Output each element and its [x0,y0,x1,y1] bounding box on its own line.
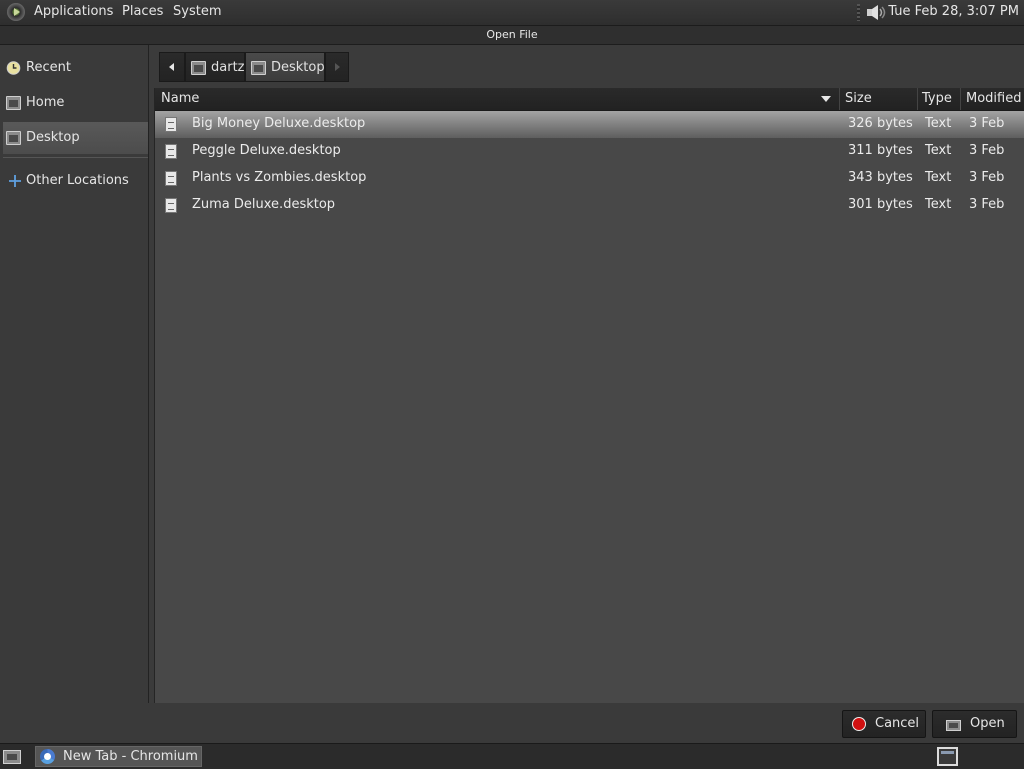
open-folder-icon [946,720,961,731]
taskbar-item-label: New Tab - Chromium [63,749,198,764]
path-segment-dartz[interactable]: dartz [185,52,245,82]
distro-logo-icon[interactable] [7,3,25,21]
file-type: Text [925,197,952,212]
file-row[interactable]: Zuma Deluxe.desktop 301 bytes Text 3 Feb [155,192,1024,219]
chevron-left-icon [169,63,174,71]
taskbar: New Tab - Chromium [0,743,1024,769]
file-type: Text [925,143,952,158]
file-row[interactable]: Peggle Deluxe.desktop 311 bytes Text 3 F… [155,138,1024,165]
path-segment-desktop[interactable]: Desktop [245,52,325,82]
dialog-button-bar: Cancel Open [0,703,1024,743]
sidebar-item-home[interactable]: Home [3,87,148,119]
sidebar-item-other-locations[interactable]: Other Locations [3,165,148,197]
text-file-icon [165,144,177,159]
menu-places[interactable]: Places [122,4,163,19]
places-sidebar: Recent Home Desktop Other Locations [0,45,149,703]
file-size: 343 bytes [848,170,913,185]
file-name: Big Money Deluxe.desktop [192,116,366,131]
path-back-button[interactable] [159,52,185,82]
menu-system[interactable]: System [173,4,221,19]
file-name: Zuma Deluxe.desktop [192,197,336,212]
file-modified: 3 Feb [969,143,1005,158]
dialog-title-bar[interactable]: Open File [0,26,1024,45]
column-header-size[interactable]: Size [845,91,872,106]
path-forward-button[interactable] [325,52,349,82]
text-file-icon [165,198,177,213]
open-button[interactable]: Open [932,710,1017,738]
file-size: 311 bytes [848,143,913,158]
cancel-button[interactable]: Cancel [842,710,926,738]
dialog-title: Open File [486,28,538,41]
sidebar-item-label: Recent [26,60,71,75]
file-modified: 3 Feb [969,170,1005,185]
path-segment-label: Desktop [271,60,325,75]
home-folder-icon [191,61,206,75]
volume-icon[interactable] [866,4,888,21]
column-header-type[interactable]: Type [922,91,952,106]
taskbar-item-chromium[interactable]: New Tab - Chromium [35,746,202,767]
sidebar-item-label: Other Locations [26,173,129,188]
home-folder-icon [6,96,21,110]
desktop-folder-icon [6,131,21,145]
sidebar-item-desktop[interactable]: Desktop [3,122,148,154]
recent-icon [6,61,21,75]
open-button-label: Open [970,716,1005,731]
chromium-icon [40,749,55,764]
desktop-folder-icon [251,61,266,75]
file-list[interactable]: Name Size Type Modified Big Money Deluxe… [154,88,1024,703]
sort-descending-icon[interactable] [821,96,831,102]
file-type: Text [925,170,952,185]
path-bar: dartz Desktop [159,52,349,82]
path-segment-label: dartz [211,60,245,75]
panel-separator [857,4,860,21]
file-modified: 3 Feb [969,197,1005,212]
column-separator[interactable] [917,88,918,110]
file-row[interactable]: Plants vs Zombies.desktop 343 bytes Text… [155,165,1024,192]
text-file-icon [165,171,177,186]
column-header-name[interactable]: Name [161,91,199,106]
column-header-modified[interactable]: Modified [966,91,1021,106]
file-name: Plants vs Zombies.desktop [192,170,367,185]
file-size: 301 bytes [848,197,913,212]
file-name: Peggle Deluxe.desktop [192,143,341,158]
chevron-right-icon [335,63,340,71]
file-row[interactable]: Big Money Deluxe.desktop 326 bytes Text … [155,111,1024,138]
sidebar-item-label: Home [26,95,65,110]
file-type: Text [925,116,952,131]
text-file-icon [165,117,177,132]
cancel-icon [852,717,866,731]
file-size: 326 bytes [848,116,913,131]
clock[interactable]: Tue Feb 28, 3:07 PM [888,4,1019,19]
show-desktop-icon[interactable] [3,748,21,764]
menu-applications[interactable]: Applications [34,4,113,19]
plus-icon [9,175,21,187]
sidebar-item-label: Desktop [26,130,80,145]
file-modified: 3 Feb [969,116,1005,131]
sidebar-item-recent[interactable]: Recent [3,52,148,84]
file-list-header: Name Size Type Modified [155,88,1024,111]
sidebar-divider [3,157,148,158]
workspace-switcher-icon[interactable] [937,747,958,766]
cancel-button-label: Cancel [875,716,920,731]
top-panel: Applications Places System Tue Feb 28, 3… [0,0,1024,26]
column-separator[interactable] [960,88,961,110]
column-separator[interactable] [839,88,840,110]
